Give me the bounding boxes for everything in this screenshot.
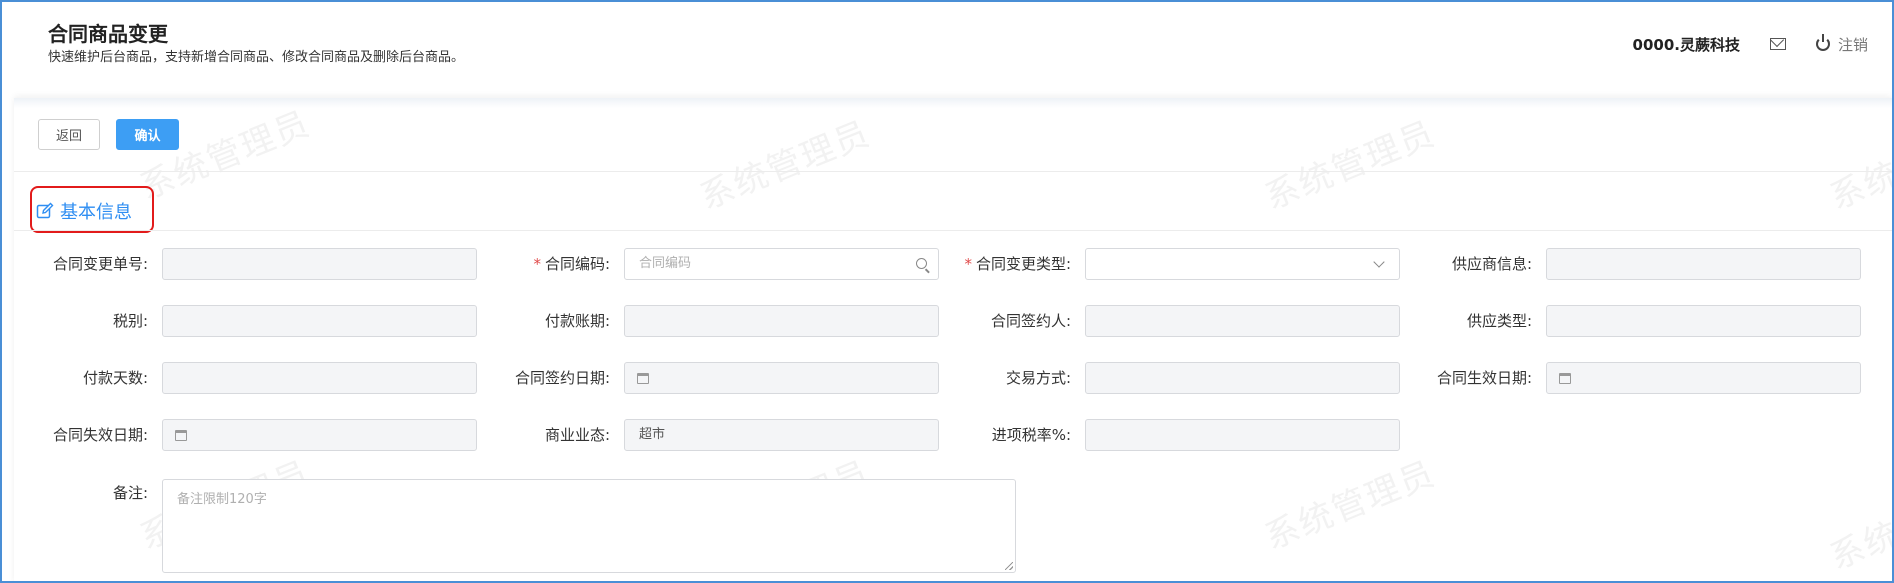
remarks-textarea[interactable]: 备注限制120字 (162, 479, 1016, 573)
back-button[interactable]: 返回 (38, 119, 100, 150)
input-tax-rate-field[interactable] (1085, 419, 1400, 451)
contract-code-input[interactable]: 合同编码 (624, 248, 939, 280)
watermark: 系统管理员 (1259, 113, 1442, 219)
signer-field[interactable] (1085, 305, 1400, 337)
supplier-info-field[interactable] (1546, 248, 1861, 280)
section-title: 基本信息 (60, 202, 132, 223)
trade-mode-field[interactable] (1085, 362, 1400, 394)
payment-account-field[interactable] (624, 305, 939, 337)
effective-date-label: 合同生效日期: (1436, 369, 1532, 387)
logout-link[interactable]: 注销 (1838, 34, 1868, 55)
divider (14, 230, 1892, 231)
watermark: 系统管理员 (1259, 453, 1442, 559)
remarks-placeholder: 备注限制120字 (177, 492, 267, 507)
business-format-label: 商业业态: (544, 426, 610, 444)
signer-label: 合同签约人: (990, 312, 1071, 330)
payment-days-field[interactable] (162, 362, 477, 394)
divider (14, 171, 1892, 172)
app-frame: 合同商品变更 快速维护后台商品，支持新增合同商品、修改合同商品及删除后台商品。 … (0, 0, 1894, 583)
main-content: 系统管理员 系统管理员 系统管理员 系统管理员 系统管理员 系统管理员 系统管理… (14, 98, 1894, 581)
business-format-field[interactable]: 超市 (624, 419, 939, 451)
power-icon[interactable] (1815, 34, 1830, 51)
mail-icon[interactable] (1769, 38, 1786, 50)
confirm-button[interactable]: 确认 (116, 119, 179, 150)
input-tax-rate-label: 进项税率%: (991, 426, 1071, 444)
search-icon[interactable] (916, 258, 927, 269)
watermark: 系统管理员 (694, 113, 877, 219)
supply-type-field[interactable] (1546, 305, 1861, 337)
sign-date-picker[interactable] (624, 362, 939, 394)
page-header: 合同商品变更 快速维护后台商品，支持新增合同商品、修改合同商品及删除后台商品。 … (4, 4, 1892, 94)
contract-code-label: * 合同编码: (533, 255, 610, 273)
supplier-info-label: 供应商信息: (1451, 255, 1532, 273)
change-type-select[interactable] (1085, 248, 1400, 280)
change-no-field[interactable] (162, 248, 477, 280)
org-name: 0000.灵蕨科技 (1632, 35, 1740, 54)
resize-handle[interactable] (1005, 562, 1013, 570)
calendar-icon (1559, 373, 1571, 384)
watermark: 系统管理员 (1824, 113, 1894, 219)
tax-type-label: 税别: (112, 312, 148, 330)
calendar-icon (637, 373, 649, 384)
tax-type-field[interactable] (162, 305, 477, 337)
trade-mode-label: 交易方式: (1005, 369, 1071, 387)
section-header: 基本信息 (36, 198, 132, 224)
expiry-date-label: 合同失效日期: (52, 426, 148, 444)
calendar-icon (175, 430, 187, 441)
edit-icon (36, 202, 54, 219)
page-subtitle: 快速维护后台商品，支持新增合同商品、修改合同商品及删除后台商品。 (48, 50, 465, 65)
change-type-label: * 合同变更类型: (964, 255, 1071, 273)
required-mark: * (533, 255, 541, 273)
content-top-strip (14, 98, 1892, 108)
sign-date-label: 合同签约日期: (514, 369, 610, 387)
remarks-label: 备注: (112, 484, 148, 502)
change-no-label: 合同变更单号: (52, 255, 148, 273)
page-title: 合同商品变更 (48, 22, 168, 46)
effective-date-picker[interactable] (1546, 362, 1861, 394)
contract-code-placeholder: 合同编码 (639, 256, 692, 271)
payment-days-label: 付款天数: (82, 369, 148, 387)
expiry-date-picker[interactable] (162, 419, 477, 451)
chevron-down-icon[interactable] (1373, 256, 1385, 268)
header-actions: 0000.灵蕨科技 注销 (1633, 32, 1868, 56)
required-mark: * (964, 255, 972, 273)
watermark: 系统管理员 (134, 103, 317, 209)
watermark: 系统管理员 (1824, 473, 1894, 579)
supply-type-label: 供应类型: (1466, 312, 1532, 330)
payment-account-label: 付款账期: (544, 312, 610, 330)
